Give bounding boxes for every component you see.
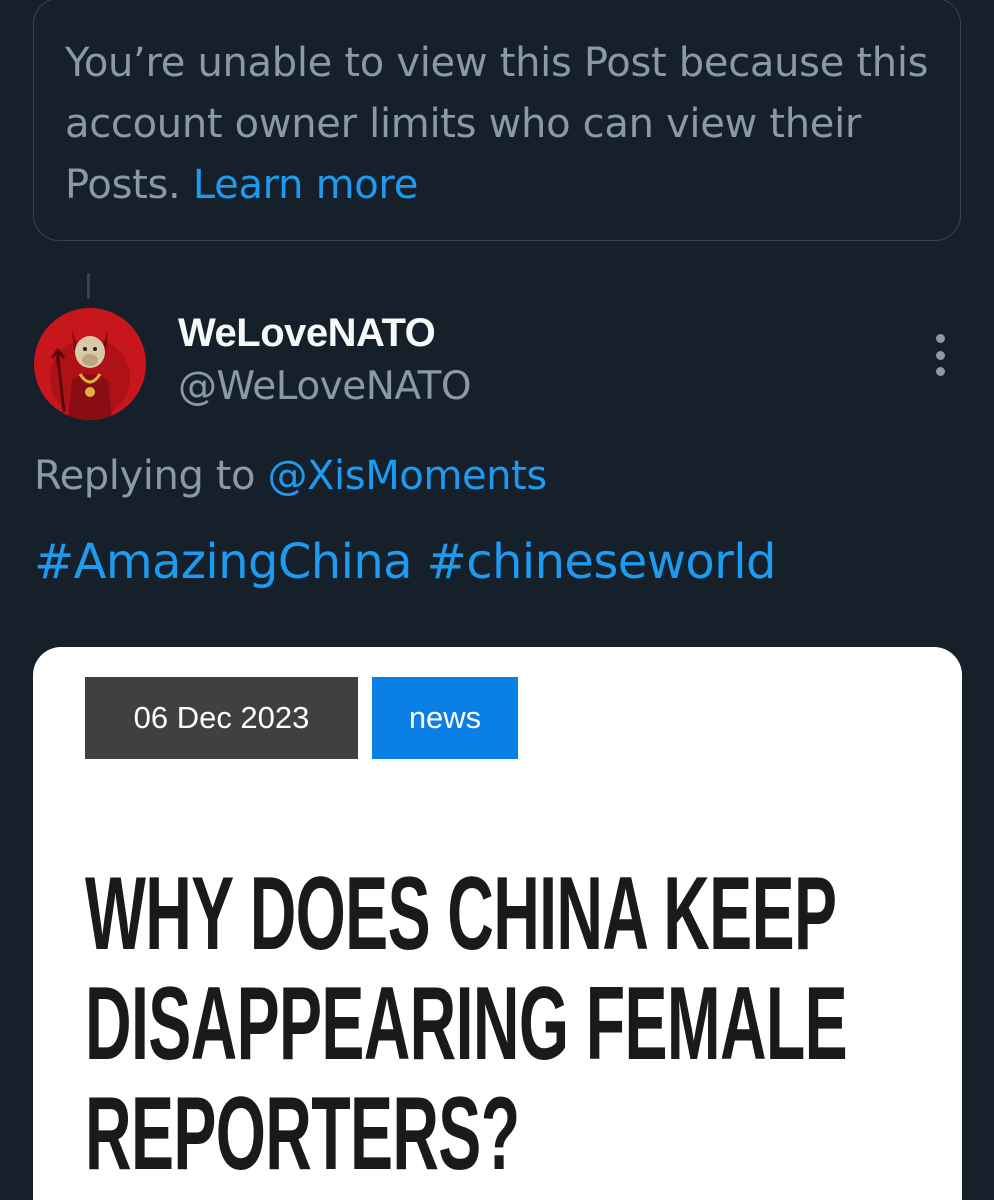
- post-thread-view: You’re unable to view this Post because …: [0, 0, 994, 1200]
- replying-prefix: Replying to: [34, 453, 256, 499]
- date-badge: 06 Dec 2023: [85, 677, 358, 759]
- avatar-image: [34, 308, 146, 420]
- headline-line: WHY DOES CHINA KEEP: [85, 856, 837, 972]
- post-text: #AmazingChina #chineseworld: [34, 530, 776, 594]
- more-dot: [935, 334, 945, 343]
- hashtag-link[interactable]: #chineseworld: [427, 534, 777, 590]
- restricted-post-notice: You’re unable to view this Post because …: [33, 0, 961, 241]
- more-vertical-icon[interactable]: [918, 330, 962, 380]
- more-dot: [935, 367, 945, 376]
- replying-to-line: Replying to @XisMoments: [34, 448, 547, 504]
- attached-image-card[interactable]: 06 Dec 2023 news WHY DOES CHINA KEEP DIS…: [33, 647, 962, 1200]
- hashtag-link[interactable]: #AmazingChina: [34, 534, 413, 590]
- article-headline: WHY DOES CHINA KEEP DISAPPEARING FEMALE …: [85, 859, 941, 1189]
- thread-connector-line: [87, 273, 90, 299]
- headline-line: REPORTERS?: [85, 1076, 520, 1192]
- author-display-name[interactable]: WeLoveNATO: [178, 308, 436, 358]
- avatar[interactable]: [34, 308, 146, 420]
- learn-more-link[interactable]: Learn more: [193, 162, 418, 208]
- more-dot: [935, 350, 945, 360]
- author-handle[interactable]: @WeLoveNATO: [178, 362, 472, 412]
- headline-line: DISAPPEARING FEMALE: [85, 966, 848, 1082]
- category-badge: news: [372, 677, 518, 759]
- replying-to-user-link[interactable]: @XisMoments: [267, 453, 547, 499]
